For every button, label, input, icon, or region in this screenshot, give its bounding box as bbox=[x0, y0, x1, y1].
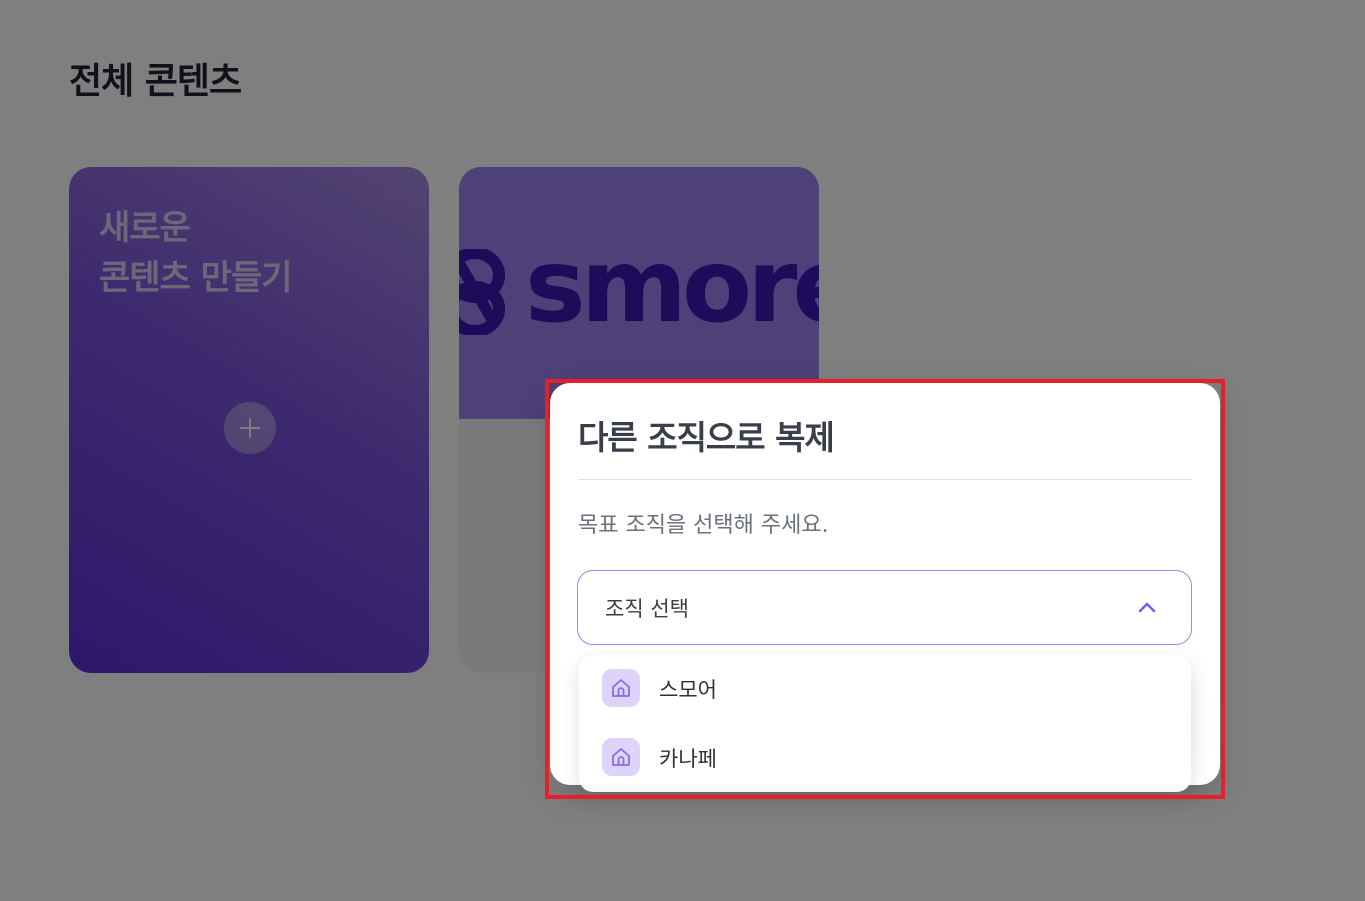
org-option-label: 스모어 bbox=[659, 678, 717, 702]
home-icon bbox=[602, 738, 640, 776]
org-select-value: 조직 선택 bbox=[605, 597, 689, 621]
org-option-canape[interactable]: 카나페 bbox=[579, 724, 1191, 792]
org-select[interactable]: 조직 선택 bbox=[577, 570, 1192, 645]
modal-divider bbox=[578, 479, 1192, 480]
chevron-up-icon bbox=[1137, 599, 1157, 618]
org-dropdown-list: 스모어 카나페 bbox=[579, 655, 1191, 792]
org-option-smore[interactable]: 스모어 bbox=[579, 655, 1191, 723]
modal-description: 목표 조직을 선택해 주세요. bbox=[578, 513, 829, 538]
modal-title: 다른 조직으로 복제 bbox=[578, 418, 835, 457]
home-icon bbox=[602, 669, 640, 707]
org-option-label: 카나페 bbox=[659, 747, 717, 771]
